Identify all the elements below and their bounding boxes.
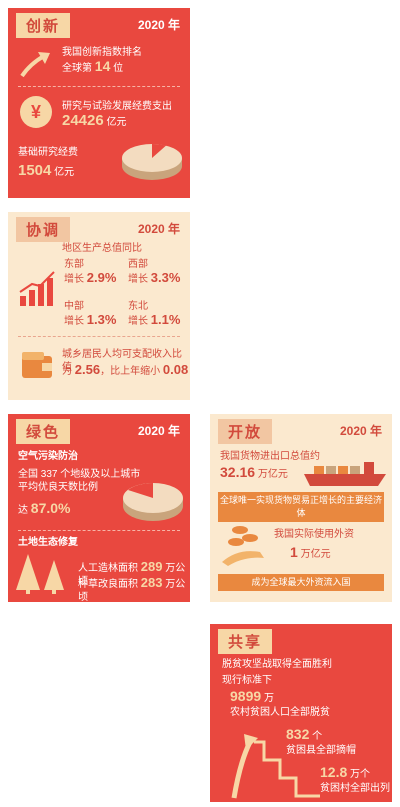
cargo-ship-icon: [304, 462, 386, 486]
gdp-title: 地区生产总值同比: [62, 243, 142, 254]
village-unit: 万个: [350, 769, 371, 780]
rank-pre: 全球第: [62, 63, 92, 74]
green-card: 绿色 2020 年 空气污染防治 全国 337 个地级及以上城市 平均优良天数比…: [8, 414, 190, 604]
divider: [18, 336, 180, 337]
grass-value: 283: [140, 575, 163, 590]
air-title: 空气污染防治: [18, 451, 78, 462]
basic-label: 基础研究经费: [18, 147, 78, 158]
trade-banner: 全球唯一实现货物贸易正增长的主要经济体: [218, 492, 384, 522]
opening-year: 2020 年: [339, 424, 382, 438]
income-ratio: 2.56: [74, 362, 101, 377]
opening-card: 开放 2020 年 我国货物进出口总值约 32.16 万亿元 全球唯一实现货物贸…: [210, 414, 392, 602]
trade-value: 32.16: [220, 464, 256, 480]
region-east: 东部 增长 2.9%: [64, 258, 116, 286]
air-quality-pie-icon: [123, 483, 183, 521]
region-central: 中部 增长 1.3%: [64, 300, 116, 328]
basic-research-pie-icon: [122, 143, 182, 180]
region-central-growth-label: 增长: [64, 316, 84, 327]
income-pre: 为: [62, 366, 72, 377]
coordination-card: 协调 2020 年 地区生产总值同比 东部 增长 2.9% 西部 增长 3.3%…: [8, 212, 190, 400]
income-line2: 为 2.56，比上年缩小 0.08: [62, 363, 188, 378]
basic-value-line: 1504 亿元: [18, 162, 75, 179]
sharing-title-line1: 脱贫攻坚战取得全面胜利: [222, 659, 332, 670]
innovation-card: 创新 2020 年 我国创新指数排名 全球第 14 位 ¥ 研究与试验发展经费支…: [8, 8, 190, 198]
village-value: 12.8: [320, 764, 348, 780]
rank-post: 位: [113, 63, 124, 74]
trees-icon: [16, 554, 64, 594]
coins-hand-icon: [222, 526, 264, 566]
grass-line: 种草改良面积 283 万公顷: [78, 576, 190, 604]
fdi-title: 我国实际使用外资: [274, 529, 354, 540]
sharing-card: 共享 脱贫攻坚战取得全面胜利 现行标准下 9899 万 农村贫困人口全部脱贫 8…: [210, 624, 392, 802]
income-mid: ，比上年缩小: [100, 366, 161, 377]
region-west: 西部 增长 3.3%: [128, 258, 180, 286]
staircase-arrow-icon: [231, 734, 320, 799]
people-line: 9899 万: [230, 688, 274, 705]
coordination-year: 2020 年: [137, 222, 180, 236]
region-west-value: 3.3%: [150, 270, 181, 285]
region-east-growth-label: 增长: [64, 274, 84, 285]
fdi-banner: 成为全球最大外资流入国: [218, 574, 384, 591]
land-title: 土地生态修复: [18, 537, 78, 548]
opening-header: 开放 2020 年: [210, 414, 392, 444]
bar-growth-icon: [19, 271, 55, 306]
income-change: 0.08: [162, 362, 189, 377]
afforest-label: 人工造林面积: [78, 563, 138, 574]
innovation-header: 创新 2020 年: [8, 8, 190, 38]
region-northeast-value: 1.1%: [150, 312, 181, 327]
region-northeast: 东北 增长 1.1%: [128, 300, 180, 328]
green-year: 2020 年: [137, 424, 180, 438]
innovation-tag: 创新: [16, 13, 71, 38]
divider: [18, 530, 180, 531]
divider: [18, 86, 180, 87]
rd-value: 24426: [62, 112, 104, 129]
basic-unit: 亿元: [54, 167, 75, 178]
coordination-header: 协调 2020 年: [8, 212, 190, 242]
rd-unit: 亿元: [106, 117, 127, 128]
sharing-title-line2: 现行标准下: [222, 675, 272, 686]
region-central-value: 1.3%: [86, 312, 117, 327]
grass-label: 种草改良面积: [78, 579, 138, 590]
basic-value: 1504: [18, 162, 52, 179]
green-tag: 绿色: [16, 419, 71, 444]
sharing-tag: 共享: [218, 629, 273, 654]
opening-tag: 开放: [218, 419, 273, 444]
rank-number: 14: [94, 58, 111, 74]
green-header: 绿色 2020 年: [8, 414, 190, 444]
fdi-value-line: 1 万亿元: [290, 544, 331, 561]
village-line: 12.8 万个: [320, 764, 371, 781]
afforest-value: 289: [140, 559, 163, 574]
innovation-year: 2020 年: [137, 18, 180, 32]
air-value: 87.0%: [30, 500, 71, 516]
village-label: 贫困村全部出列: [320, 783, 390, 794]
air-value-line: 达 87.0%: [18, 500, 71, 517]
region-northeast-growth-label: 增长: [128, 316, 148, 327]
fdi-value: 1: [290, 544, 298, 560]
region-east-value: 2.9%: [86, 270, 117, 285]
yen-hand-icon: ¥: [20, 96, 52, 128]
people-value: 9899: [230, 688, 262, 704]
region-west-growth-label: 增长: [128, 274, 148, 285]
rank-line2: 全球第 14 位: [62, 58, 124, 75]
coordination-tag: 协调: [16, 217, 71, 242]
rd-value-line: 24426 亿元: [62, 112, 127, 129]
sharing-header: 共享: [210, 624, 392, 654]
air-pre: 达: [18, 505, 28, 516]
air-line2: 平均优良天数比例: [18, 482, 98, 493]
growth-arrow-icon: [20, 52, 50, 78]
people-label: 农村贫困人口全部脱贫: [230, 707, 330, 718]
wallet-icon: [22, 352, 52, 378]
trade-value-line: 32.16 万亿元: [220, 464, 288, 481]
people-unit: 万: [263, 693, 274, 704]
trade-unit: 万亿元: [257, 469, 288, 480]
fdi-unit: 万亿元: [300, 549, 331, 560]
